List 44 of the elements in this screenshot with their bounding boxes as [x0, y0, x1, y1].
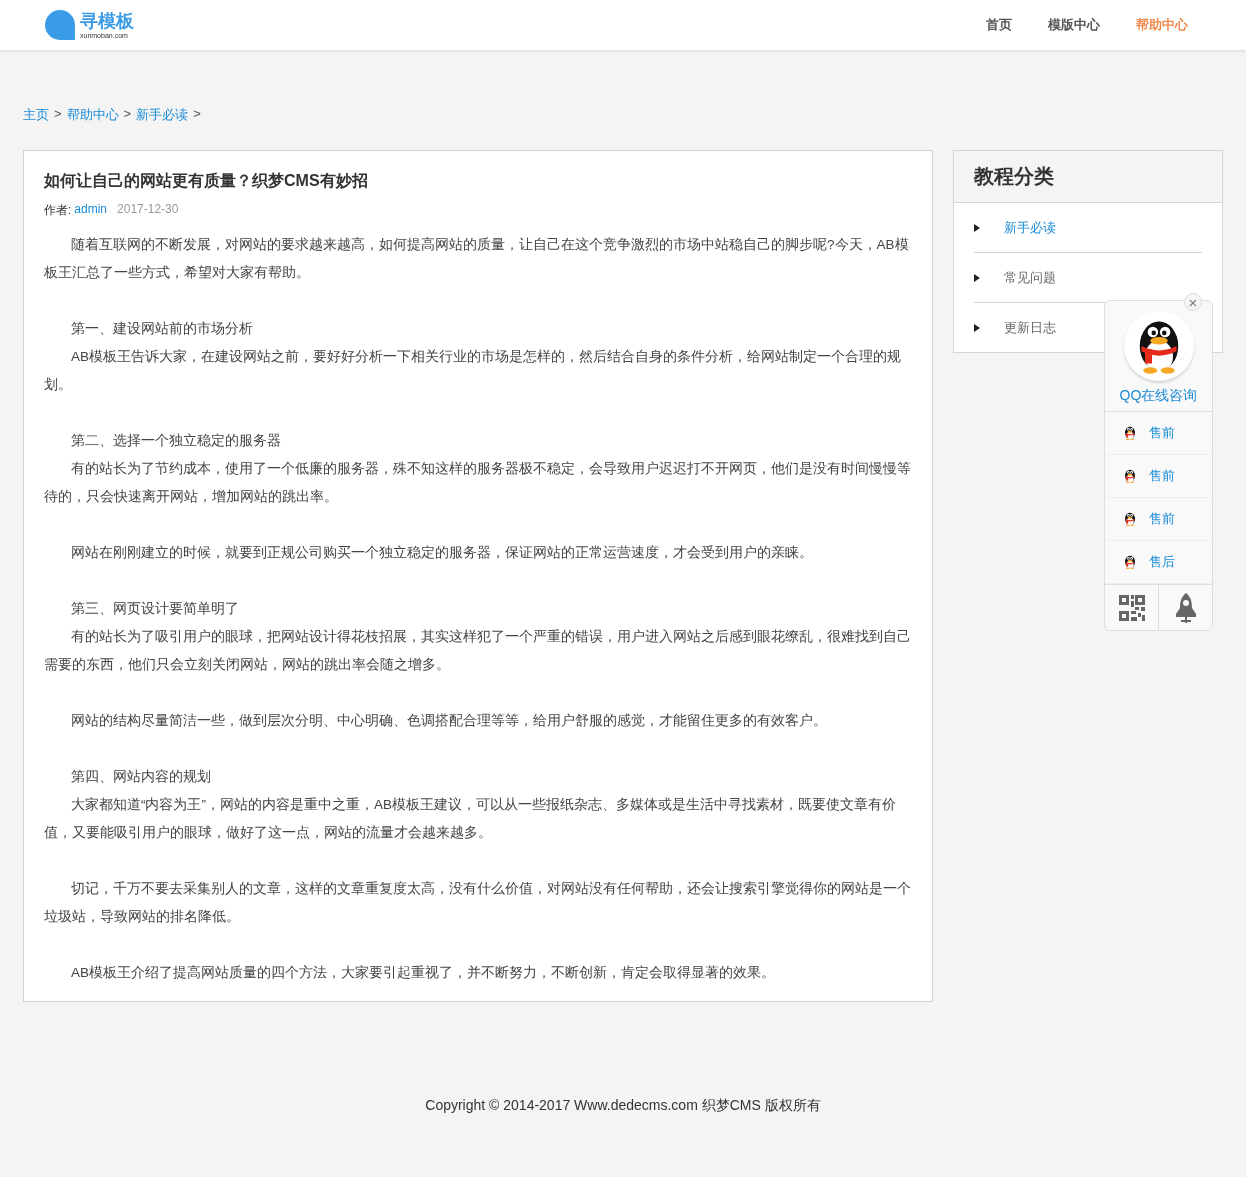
triangle-bullet-icon — [974, 223, 980, 232]
article-paragraph: 第二、选择一个独立稳定的服务器 — [70, 432, 282, 450]
article-paragraph: AB模板王介绍了提高网站质量的四个方法，大家要引起重视了，并不断努力，不断创新，肯定会取得显著的效果。 — [70, 964, 776, 982]
article-paragraph: 大家都知道“内容为王”，网站的内容是重中之重，AB模板王建议，可以从一些报纸杂志、多媒体或是生活中寻找素材，既要使文章有价值，又要能吸引用户的眼球，做好了这一点，网站的流量才会越来越多。 — [44, 796, 897, 842]
category-link[interactable]: 新手必读 — [1004, 218, 1056, 237]
qq-contact-link[interactable]: 售前 — [1105, 498, 1212, 541]
triangle-bullet-icon — [974, 323, 980, 332]
article-paragraph: 有的站长为了节约成本，使用了一个低廉的服务器，殊不知这样的服务器极不稳定，会导致用户迟迟打不开网页，他们是没有时间慢慢等待的，只会快速离开网站，增加网站的跳出率。 — [44, 460, 912, 506]
breadcrumb-separator: > — [123, 106, 132, 123]
penguin-avatar-icon — [1123, 311, 1194, 381]
author-link[interactable]: admin — [74, 202, 108, 219]
logo-name: 寻模板 — [80, 11, 134, 30]
category-link[interactable]: 更新日志 — [1004, 318, 1056, 337]
article-paragraph: 第四、网站内容的规划 — [70, 768, 212, 786]
logo-icon — [44, 9, 76, 41]
copyright-text: Copyright © 2014-2017 Www.dedecms.com 织梦CMS 版权所有 — [425, 1097, 821, 1113]
triangle-bullet-icon — [974, 273, 980, 282]
qr-code-icon[interactable] — [1118, 594, 1145, 621]
nav-link[interactable]: 首页 — [986, 16, 1012, 34]
breadcrumb-separator: > — [54, 106, 62, 123]
sidebar-title: 教程分类 — [954, 151, 1222, 203]
article-paragraph: AB模板王告诉大家，在建设网站之前，要好好分析一下相关行业的市场是怎样的，然后结合自身的条件分析，给网站制定一个合理的规划。 — [44, 348, 902, 394]
article-paragraph: 网站在刚刚建立的时候，就要到正规公司购买一个独立稳定的服务器，保证网站的正常运营速度，才会受到用户的亲睐。 — [70, 544, 814, 562]
article-paragraph: 有的站长为了吸引用户的眼球，把网站设计得花枝招展，其实这样犯了一个严重的错误，用户进入网站之后感到眼花缭乱，很难找到自己需要的东西，他们只会立刻关闭网站，网站的跳出率会随之增多。 — [44, 628, 912, 674]
article-paragraph: 网站的结构尽量简洁一些，做到层次分明、中心明确、色调搭配合理等等，给用户舒服的感觉，才能留住更多的有效客户。 — [70, 712, 828, 730]
qq-contact-link[interactable]: 售前 — [1105, 412, 1212, 455]
breadcrumb-link[interactable]: 新手必读 — [136, 106, 189, 124]
qq-contact-link[interactable]: 售前 — [1105, 455, 1212, 498]
article-paragraph: 第一、建设网站前的市场分析 — [70, 320, 254, 338]
article-title: 如何让自己的网站更有质量？织梦CMS有妙招 — [44, 171, 369, 191]
author-label: 作者: — [44, 202, 72, 219]
rocket-icon[interactable] — [1174, 591, 1197, 624]
article-paragraph: 第三、网页设计要简单明了 — [70, 600, 240, 618]
nav-link[interactable]: 帮助中心 — [1136, 16, 1188, 34]
widget-title: QQ在线咨询 — [1105, 381, 1212, 412]
article-date: 2017-12-30 — [117, 202, 179, 218]
article-paragraph: 切记，千万不要去采集别人的文章，这样的文章重复度太高，没有什么价值，对网站没有任何帮助，还会让搜索引擎觉得你的网站是一个垃圾站，导致网站的排名降低。 — [44, 880, 912, 926]
article-paragraph: 随着互联网的不断发展，对网站的要求越来越高，如何提高网站的质量，让自己在这个竞争激烈的市场中站稳自己的脚步呢?今天，AB模板王汇总了一些方式，希望对大家有帮助。 — [44, 236, 910, 282]
category-link[interactable]: 常见问题 — [1004, 268, 1056, 287]
nav-link[interactable]: 模版中心 — [1048, 16, 1100, 34]
breadcrumb-link[interactable]: 帮助中心 — [66, 106, 119, 124]
breadcrumb-link[interactable]: 主页 — [23, 106, 49, 124]
breadcrumb-separator: > — [193, 106, 201, 123]
qq-contact-link[interactable]: 售后 — [1105, 541, 1212, 584]
